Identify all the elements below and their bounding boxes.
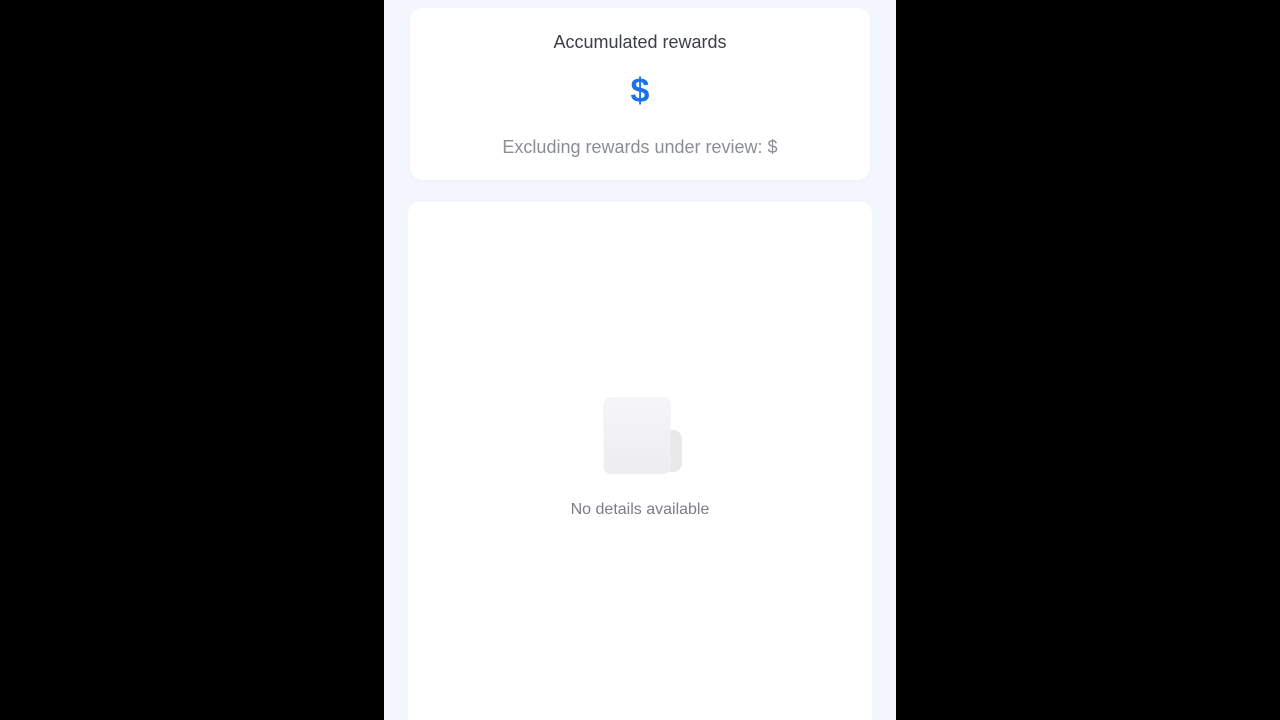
empty-state-message: No details available <box>570 501 710 518</box>
rewards-amount: $ <box>630 72 650 110</box>
app-screen: Accumulated rewards $ Excluding rewards … <box>384 0 896 720</box>
reward-details-panel: No details available <box>408 202 872 720</box>
excluding-review-text: Excluding rewards under review: $ <box>502 137 778 157</box>
rewards-summary-card: Accumulated rewards $ Excluding rewards … <box>410 8 870 180</box>
empty-document-icon <box>603 397 682 475</box>
rewards-title: Accumulated rewards <box>553 32 727 52</box>
